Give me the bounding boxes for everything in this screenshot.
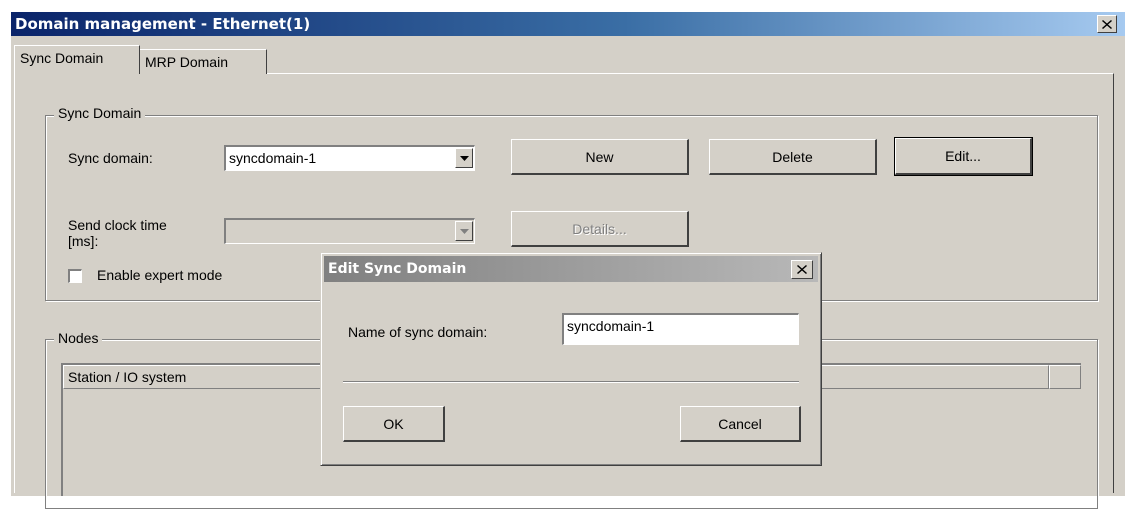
- send-clock-dropdown-button: [455, 221, 473, 241]
- details-button: Details...: [511, 211, 689, 247]
- dialog-title: Edit Sync Domain: [328, 261, 467, 277]
- new-button[interactable]: New: [511, 139, 689, 175]
- sync-domain-group-title: Sync Domain: [54, 105, 146, 121]
- chevron-down-icon: [459, 155, 469, 161]
- sync-domain-name-label: Name of sync domain:: [348, 324, 488, 340]
- sync-domain-name-input[interactable]: syncdomain-1: [562, 313, 799, 345]
- delete-button[interactable]: Delete: [709, 139, 877, 175]
- sync-domain-label: Sync domain:: [68, 150, 153, 166]
- window-title: Domain management - Ethernet(1): [15, 15, 311, 33]
- tab-mrp-domain[interactable]: MRP Domain: [140, 49, 267, 74]
- send-clock-label-line2: [ms]:: [68, 233, 99, 249]
- sync-domain-select[interactable]: syncdomain-1: [224, 145, 475, 171]
- dialog-close-button[interactable]: [791, 260, 813, 279]
- window-close-button[interactable]: [1097, 15, 1117, 33]
- dialog-titlebar[interactable]: Edit Sync Domain: [324, 256, 818, 282]
- sync-domain-select-value: syncdomain-1: [229, 150, 317, 166]
- edit-sync-domain-dialog: Edit Sync Domain Name of sync domain: sy…: [320, 252, 822, 466]
- send-clock-label-line1: Send clock time: [68, 217, 167, 233]
- column-header-extra[interactable]: [1049, 365, 1081, 389]
- close-icon: [1102, 19, 1112, 29]
- expert-mode-checkbox[interactable]: [68, 269, 82, 283]
- edit-button[interactable]: Edit...: [894, 137, 1033, 176]
- expert-mode-label[interactable]: Enable expert mode: [97, 267, 222, 283]
- send-clock-select: [224, 218, 475, 244]
- close-icon: [797, 265, 807, 274]
- ok-button[interactable]: OK: [343, 406, 445, 442]
- sync-domain-dropdown-button[interactable]: [455, 148, 473, 168]
- cancel-button[interactable]: Cancel: [680, 406, 801, 442]
- nodes-group-title: Nodes: [54, 330, 103, 346]
- window-titlebar[interactable]: Domain management - Ethernet(1): [11, 12, 1125, 36]
- dialog-separator: [343, 381, 799, 383]
- chevron-down-icon: [459, 228, 469, 234]
- tab-sync-domain[interactable]: Sync Domain: [14, 45, 140, 74]
